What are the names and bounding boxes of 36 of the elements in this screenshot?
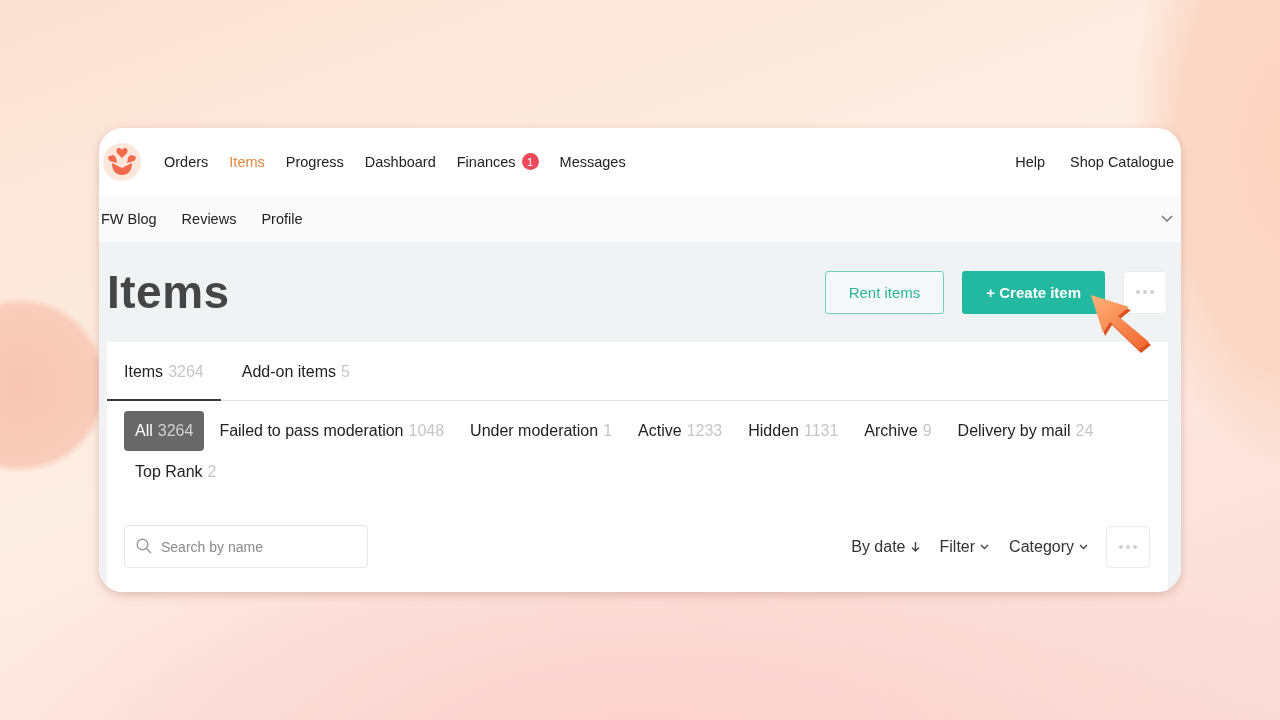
notification-badge: 1 [521, 153, 539, 170]
dropdown-button[interactable]: Filter [939, 537, 990, 556]
nav-link[interactable]: FW Blog [101, 210, 157, 227]
status-filter[interactable]: Active 1233 [627, 411, 734, 451]
tab[interactable]: Add-on items 5 [224, 342, 367, 401]
logo-icon[interactable] [103, 142, 141, 181]
status-filter[interactable]: All 3264 [124, 411, 205, 451]
status-filter[interactable]: Delivery by mail 24 [946, 411, 1105, 451]
cursor-icon [1089, 293, 1153, 353]
status-filter[interactable]: Archive 9 [853, 411, 943, 451]
chevron-down-icon[interactable] [1161, 215, 1173, 222]
status-filter[interactable]: Top Rank 2 [124, 452, 228, 492]
nav-link[interactable]: Shop Catalogue [1070, 153, 1174, 170]
nav-link[interactable]: Progress [285, 153, 344, 170]
more-icon [1119, 544, 1137, 549]
nav-link[interactable]: Orders [164, 153, 209, 170]
nav-link[interactable]: Messages [559, 153, 626, 170]
more-icon [1136, 290, 1154, 294]
nav-link[interactable]: Reviews [181, 210, 237, 227]
status-filter[interactable]: Under moderation 1 [459, 411, 624, 451]
more-button[interactable] [1123, 270, 1167, 314]
search-icon [136, 538, 152, 554]
tab[interactable]: Items 3264 [107, 342, 221, 401]
page-title: Items [107, 265, 230, 319]
nav-link[interactable]: Profile [261, 210, 303, 227]
nav-link[interactable]: Finances 1 [456, 153, 539, 170]
status-filter[interactable]: Hidden 1131 [737, 411, 850, 451]
search-field[interactable]: Search by name [124, 525, 368, 568]
chevron-down-icon [1079, 543, 1088, 550]
chevron-down-icon [980, 543, 990, 550]
sort-button[interactable]: By date [851, 537, 920, 556]
arrow-down-icon [910, 541, 920, 552]
nav-link[interactable]: Dashboard [364, 153, 436, 170]
dropdown-button[interactable]: Category [1009, 537, 1088, 556]
status-filter[interactable]: Failed to pass moderation 1048 [208, 411, 456, 451]
nav-link[interactable]: Help [1015, 153, 1045, 170]
